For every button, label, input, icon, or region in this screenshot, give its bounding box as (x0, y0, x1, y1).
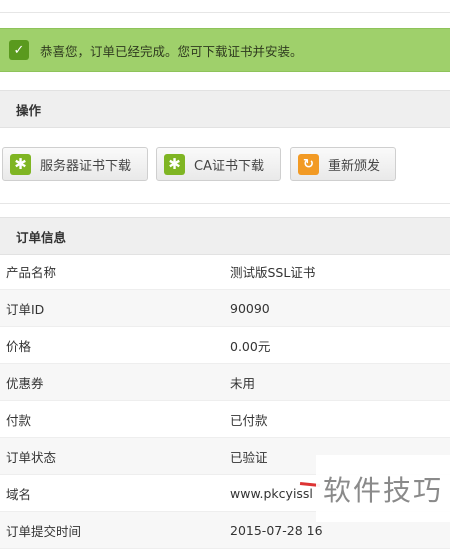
table-row: 付款 已付款 (0, 400, 450, 438)
row-value: 未用 (230, 363, 450, 401)
ca-cert-download-button[interactable]: ✱ CA证书下载 (156, 147, 281, 181)
table-row: 订单ID 90090 (0, 289, 450, 327)
actions-header-label: 操作 (16, 102, 42, 118)
divider (0, 203, 450, 204)
button-label: 服务器证书下载 (40, 158, 132, 174)
row-key: 订单ID (0, 289, 230, 327)
table-row: 优惠券 未用 (0, 363, 450, 401)
checkmark-icon: ✓ (9, 40, 29, 60)
row-key: 付款 (0, 400, 230, 438)
asterisk-icon: ✱ (164, 153, 185, 175)
row-value: 90090 (230, 289, 450, 327)
row-value: 已付款 (230, 400, 450, 438)
actions-header: 操作 (0, 90, 450, 128)
order-info-header: 订单信息 (0, 217, 450, 255)
reissue-button[interactable]: ↻ 重新颁发 (290, 147, 396, 181)
server-cert-download-button[interactable]: ✱ 服务器证书下载 (2, 147, 148, 181)
asterisk-icon: ✱ (10, 153, 31, 175)
row-value: 测试版SSL证书 (230, 253, 450, 290)
table-row: 产品名称 测试版SSL证书 (0, 253, 450, 290)
watermark: 软件技巧 (316, 455, 450, 522)
table-row: 价格 0.00元 (0, 326, 450, 364)
success-banner: ✓ 恭喜您，订单已经完成。您可下载证书并安装。 (0, 28, 450, 72)
button-label: 重新颁发 (328, 158, 381, 174)
row-key: 优惠券 (0, 363, 230, 401)
success-message: 恭喜您，订单已经完成。您可下载证书并安装。 (40, 43, 303, 59)
row-key: 域名 (0, 474, 230, 512)
row-key: 产品名称 (0, 253, 230, 290)
watermark-text: 软件技巧 (322, 473, 443, 507)
row-key: 订单状态 (0, 437, 230, 475)
button-label: CA证书下载 (194, 158, 264, 174)
refresh-icon: ↻ (298, 153, 319, 175)
top-strip (0, 0, 450, 13)
row-key: 价格 (0, 326, 230, 364)
row-key: 订单提交时间 (0, 511, 230, 549)
order-info-header-label: 订单信息 (16, 229, 67, 245)
row-value: 0.00元 (230, 326, 450, 364)
